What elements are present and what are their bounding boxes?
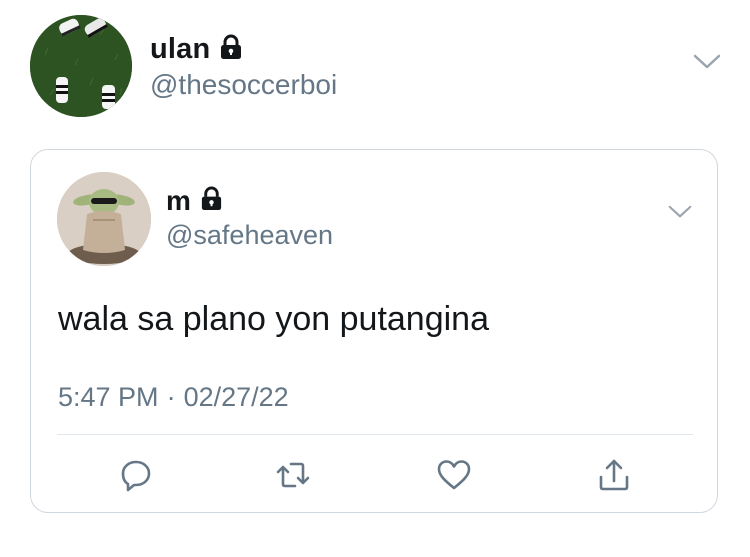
tweet-time: 5:47 PM — [58, 382, 159, 412]
tweet-date: 02/27/22 — [183, 382, 289, 412]
chevron-down-icon[interactable] — [693, 54, 721, 75]
share-icon — [596, 457, 632, 493]
lock-icon — [218, 34, 244, 65]
avatar-image — [57, 172, 151, 266]
avatar[interactable] — [30, 15, 132, 117]
reply-button[interactable] — [118, 457, 154, 493]
tweet-timestamp[interactable]: 5:47 PM · 02/27/22 — [58, 382, 289, 413]
divider — [57, 434, 693, 435]
display-name[interactable]: ulan — [150, 33, 210, 66]
timestamp-separator: · — [166, 382, 176, 412]
lock-icon — [199, 186, 224, 216]
outer-user-name-row: ulan — [150, 33, 244, 66]
reply-icon — [118, 457, 154, 493]
retweet-button[interactable] — [275, 457, 311, 493]
quoted-user-name-row: m — [166, 185, 224, 217]
chevron-down-icon[interactable] — [668, 205, 692, 224]
user-handle[interactable]: @thesoccerboi — [150, 69, 337, 101]
user-handle[interactable]: @safeheaven — [166, 220, 333, 251]
retweet-icon — [275, 457, 311, 493]
share-button[interactable] — [596, 457, 632, 493]
tweet-text: wala sa plano yon putangina — [58, 300, 489, 338]
display-name[interactable]: m — [166, 185, 191, 217]
avatar-image — [30, 15, 132, 117]
avatar[interactable] — [57, 172, 151, 266]
heart-icon — [436, 457, 472, 493]
like-button[interactable] — [436, 457, 472, 493]
